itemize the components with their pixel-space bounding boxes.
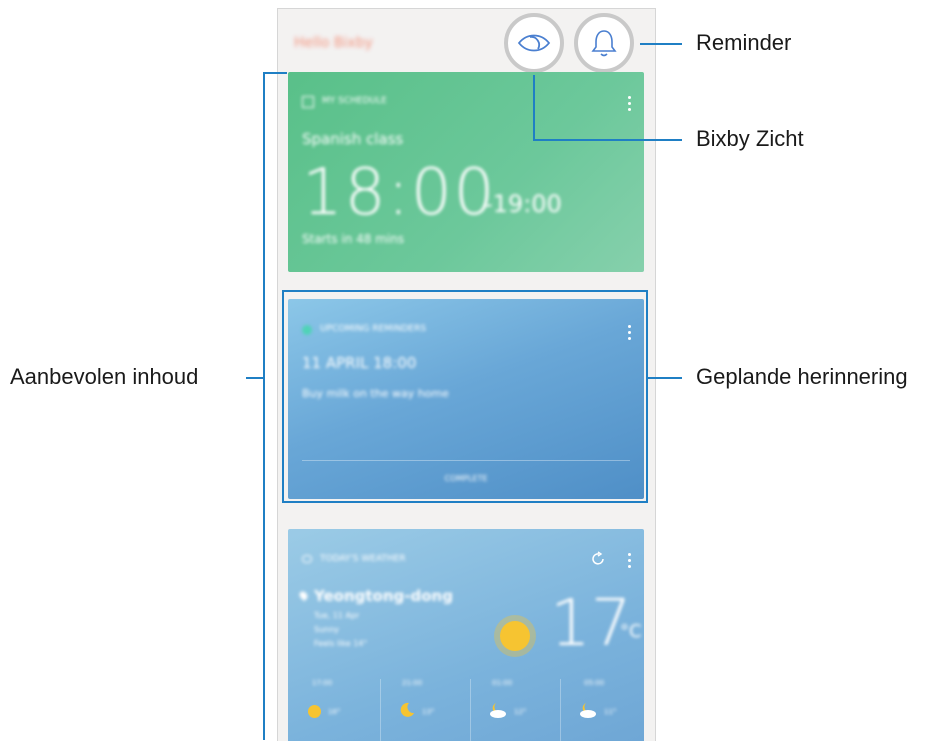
schedule-event: Spanish class <box>302 130 404 148</box>
callout-reminder: Reminder <box>696 30 792 55</box>
bixby-vision-button[interactable] <box>504 13 564 73</box>
callout-line-planned <box>648 377 682 379</box>
schedule-label: MY SCHEDULE <box>322 96 387 106</box>
schedule-end-time: -19:00 <box>484 190 562 218</box>
sun-icon <box>308 705 321 718</box>
forecast-temp: 13° <box>422 708 435 716</box>
callout-line-bixby-vision <box>533 75 535 140</box>
weather-date: Tue, 11 Apr <box>314 611 360 620</box>
callout-line-bixby-vision-h <box>533 139 682 141</box>
callout-bixby-vision: Bixby Zicht <box>696 126 804 151</box>
schedule-note: Starts in 48 mins <box>302 232 405 246</box>
eye-icon <box>517 34 551 52</box>
refresh-icon[interactable] <box>590 551 606 571</box>
forecast-temp: 12° <box>514 708 527 716</box>
calendar-icon <box>302 96 314 108</box>
sun-icon <box>500 621 530 651</box>
forecast-time: 17:00 <box>312 679 333 687</box>
forecast-temp: 16° <box>328 708 341 716</box>
callout-bracket-recommended <box>263 72 265 740</box>
page-title: Hello Bixby <box>294 35 373 51</box>
cloud-icon <box>302 555 312 563</box>
callout-planned-reminder: Geplande herinnering <box>696 364 908 389</box>
partly-cloudy-icon <box>486 699 510 723</box>
more-options-icon[interactable] <box>628 96 632 114</box>
weather-label: TODAY'S WEATHER <box>320 554 406 564</box>
callout-line-reminder <box>640 43 682 45</box>
planned-reminder-highlight <box>282 290 648 503</box>
weather-card[interactable]: TODAY'S WEATHER Yeongtong-dong Tue, 11 A… <box>288 529 644 741</box>
forecast-time: 21:00 <box>402 679 423 687</box>
more-options-icon[interactable] <box>628 553 632 571</box>
reminder-button[interactable] <box>574 13 634 73</box>
schedule-time: 18:00 <box>302 156 497 230</box>
forecast-temp: 11° <box>604 708 617 716</box>
weather-location: Yeongtong-dong <box>314 587 453 605</box>
forecast-time: 05:00 <box>584 679 605 687</box>
bell-icon <box>591 30 617 57</box>
weather-feels-like: Feels like 14° <box>314 639 368 648</box>
callout-recommended-content: Aanbevolen inhoud <box>10 364 199 389</box>
partly-cloudy-icon <box>576 699 600 723</box>
location-pin-icon <box>297 589 310 602</box>
forecast-row: 17:00 16° 21:00 13° 01:00 12° 05:00 11° <box>288 679 644 741</box>
callout-bracket-top <box>263 72 287 74</box>
weather-unit: °C <box>620 621 642 642</box>
callout-line-recommended <box>246 377 264 379</box>
weather-condition: Sunny <box>314 625 340 634</box>
schedule-card[interactable]: MY SCHEDULE Spanish class 18:00 -19:00 S… <box>288 72 644 272</box>
forecast-time: 01:00 <box>492 679 513 687</box>
moon-icon <box>398 701 416 723</box>
